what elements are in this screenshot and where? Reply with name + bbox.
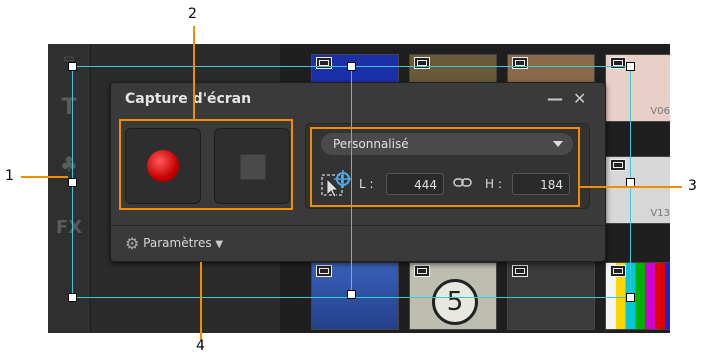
sidebar: ▭ T ♣ FX: [48, 44, 91, 333]
panel-divider: [111, 225, 605, 226]
film-icon: [610, 159, 626, 171]
library-thumbnail[interactable]: [507, 262, 595, 330]
film-icon: [414, 265, 430, 277]
callout-frame-region-settings: [310, 127, 580, 207]
library-thumbnail[interactable]: [605, 262, 670, 330]
resize-handle-bottom-left[interactable]: [68, 293, 77, 302]
resize-handle-top-left[interactable]: [68, 62, 77, 71]
callout-leader-4: [200, 262, 202, 340]
callout-leader-1: [21, 176, 68, 178]
thumbnail-label: V06: [650, 106, 670, 117]
callout-frame-record-controls: [119, 119, 293, 210]
callout-number-2: 2: [188, 6, 197, 22]
callout-leader-2: [193, 26, 195, 119]
settings-button[interactable]: ⚙ Paramètres ▼: [125, 234, 223, 253]
settings-label: Paramètres: [143, 236, 212, 250]
film-icon: [512, 57, 528, 69]
film-icon: [414, 57, 430, 69]
callout-number-3: 3: [688, 178, 697, 194]
minimize-button[interactable]: —: [547, 89, 563, 108]
resize-handle-left[interactable]: [68, 178, 77, 187]
gear-icon: ⚙: [125, 234, 140, 253]
callout-number-4: 4: [196, 338, 205, 354]
graphics-tool-icon[interactable]: ♣: [55, 152, 83, 176]
callout-leader-3: [580, 186, 682, 188]
callout-number-1: 1: [5, 168, 14, 184]
thumbnail-label: V13: [650, 208, 670, 219]
title-tool-icon[interactable]: T: [55, 96, 83, 120]
fx-tool-icon[interactable]: FX: [55, 216, 83, 240]
resize-handle-bottom[interactable]: [347, 290, 356, 299]
film-icon: [610, 57, 626, 69]
library-thumbnail[interactable]: V13: [605, 156, 670, 224]
panel-title: Capture d'écran: [125, 91, 252, 107]
film-icon: [316, 57, 332, 69]
library-thumbnail[interactable]: 5: [409, 262, 497, 330]
film-icon: [512, 265, 528, 277]
resize-handle-bottom-right[interactable]: [626, 293, 635, 302]
library-thumbnail[interactable]: V06: [605, 54, 670, 122]
film-icon: [610, 265, 626, 277]
countdown-leader: 5: [432, 279, 478, 325]
close-button[interactable]: ✕: [573, 89, 586, 108]
chevron-down-icon: ▼: [215, 239, 224, 250]
resize-handle-top-right[interactable]: [626, 62, 635, 71]
resize-handle-top[interactable]: [347, 62, 356, 71]
film-icon: [316, 265, 332, 277]
